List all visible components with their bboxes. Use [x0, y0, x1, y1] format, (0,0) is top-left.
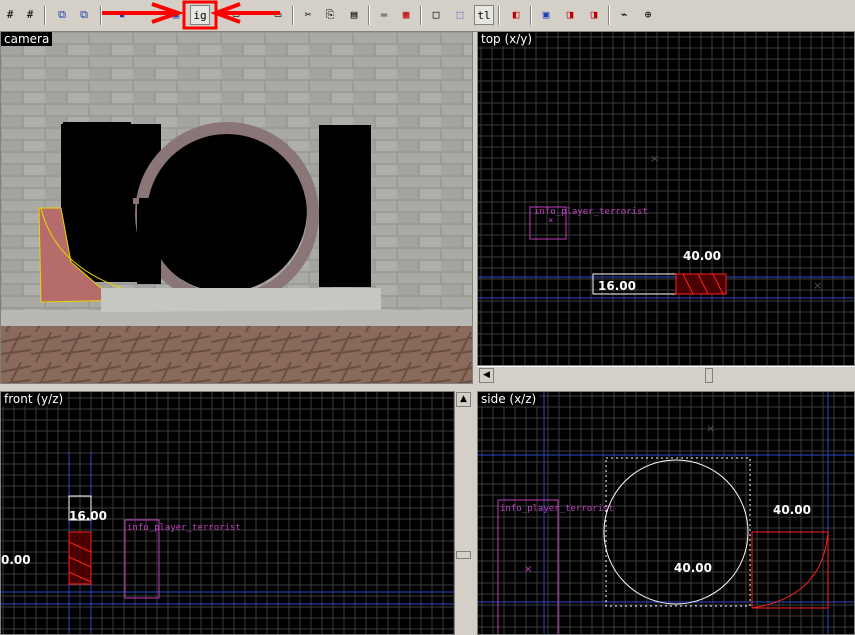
top-origin-marker: ×	[650, 152, 659, 165]
front-dim-top: 16.00	[69, 509, 107, 523]
top-center-marker: ×	[813, 279, 822, 292]
front-grid: info_player_terrorist 16.00 0.00	[1, 392, 454, 634]
front-viewport[interactable]: front (y/z) info_player_terrorist 16.00 …	[0, 391, 455, 635]
vmf-save-icon[interactable]: ◨	[560, 5, 580, 25]
grid-snap-icon[interactable]: #	[20, 5, 40, 25]
scroll-thumb[interactable]	[705, 368, 713, 383]
texture-application-button[interactable]: tl	[474, 5, 494, 25]
camera-viewport[interactable]: camera	[0, 31, 473, 384]
scroll-thumb[interactable]	[456, 551, 471, 559]
side-viewport[interactable]: side (x/z) info_player_terrorist × 40.00…	[477, 391, 855, 635]
center-view-icon[interactable]: ⊕	[638, 5, 658, 25]
toolbar-separator	[530, 6, 532, 25]
entity-report-icon[interactable]: ⌁	[614, 5, 634, 25]
group-select-icon[interactable]: ⧉	[52, 5, 72, 25]
scroll-left-icon[interactable]: ◀	[479, 368, 494, 383]
scroll-up-icon[interactable]: ▲	[456, 392, 471, 407]
flip-icon[interactable]: ◧	[506, 5, 526, 25]
grid-lines	[478, 32, 854, 365]
side-entity-marker: ×	[524, 564, 532, 575]
texture-application-label: tl	[477, 9, 491, 22]
top-entity-marker: ×	[548, 216, 553, 226]
open-icon[interactable]: ▣	[536, 5, 556, 25]
top-dim-width: 40.00	[683, 249, 721, 263]
side-viewport-label: side (x/z)	[478, 392, 540, 406]
front-entity-label: info_player_terrorist	[127, 523, 241, 533]
toolbar-separator	[498, 6, 500, 25]
side-origin-marker: ×	[706, 422, 715, 435]
side-dim-left: 40.00	[674, 561, 712, 575]
texture-browser-icon[interactable]: ▦	[396, 5, 416, 25]
toolbar-separator	[420, 6, 422, 25]
front-dim-left: 0.00	[1, 553, 31, 567]
main-toolbar: # # ⧉ ⧉ ▪ ▣ ig ▭ ▭ ✂ ⎘ ▤ ▬ ▦ □ ⬚ tl ◧ ▣ …	[0, 0, 855, 32]
side-entity-label: info_player_terrorist	[500, 504, 614, 514]
run-map-icon[interactable]: ◨	[584, 5, 604, 25]
top-viewport-label: top (x/y)	[478, 32, 536, 46]
grid-toggle-icon[interactable]: #	[0, 5, 20, 25]
camera-scene	[1, 32, 472, 383]
select-brush-icon[interactable]: □	[426, 5, 446, 25]
toolbar-separator	[44, 6, 46, 25]
side-dim-top: 40.00	[773, 503, 811, 517]
top-viewport-horizontal-scrollbar[interactable]: ◀	[477, 366, 855, 384]
side-grid: info_player_terrorist × 40.00 40.00 ×	[478, 392, 854, 634]
front-viewport-label: front (y/z)	[1, 392, 67, 406]
annotation-arrows	[102, 0, 280, 30]
top-viewport[interactable]: top (x/y) info_player_terrorist × 16.00 …	[477, 31, 855, 366]
select-face-icon[interactable]: ⬚	[450, 5, 470, 25]
camera-viewport-label: camera	[1, 32, 53, 46]
toolbar-separator	[608, 6, 610, 25]
top-dim-height: 16.00	[598, 279, 636, 293]
top-grid: info_player_terrorist × 16.00 40.00 × ×	[478, 32, 854, 365]
front-viewport-vertical-scrollbar[interactable]: ▲	[455, 391, 472, 635]
